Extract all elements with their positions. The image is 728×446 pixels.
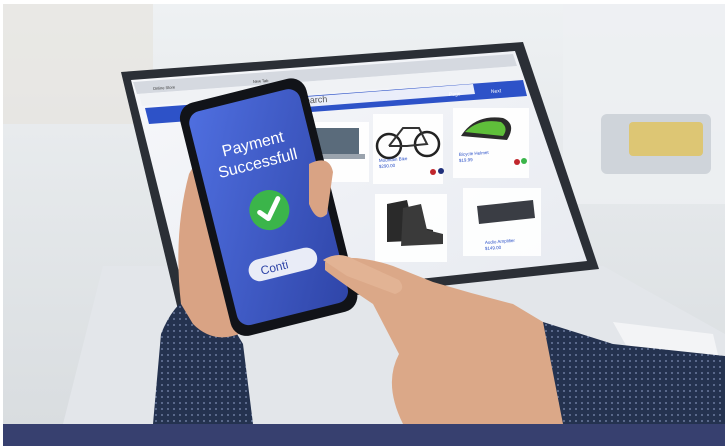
color-swatch[interactable] bbox=[438, 168, 444, 174]
photo: Search Page Next Sale Online Store New T… bbox=[3, 4, 725, 424]
product-card-amplifier[interactable] bbox=[463, 188, 541, 256]
color-swatch[interactable] bbox=[430, 169, 436, 175]
next-link[interactable]: Next bbox=[491, 88, 502, 95]
color-swatch[interactable] bbox=[521, 158, 527, 164]
page-label: Page bbox=[449, 91, 461, 98]
background-device-screen bbox=[629, 122, 703, 156]
image-frame: Search Page Next Sale Online Store New T… bbox=[0, 0, 728, 446]
product-price: $19.99 bbox=[459, 157, 474, 163]
scene: Search Page Next Sale Online Store New T… bbox=[3, 4, 725, 424]
color-swatch[interactable] bbox=[514, 159, 520, 165]
bottom-banner bbox=[3, 424, 725, 446]
